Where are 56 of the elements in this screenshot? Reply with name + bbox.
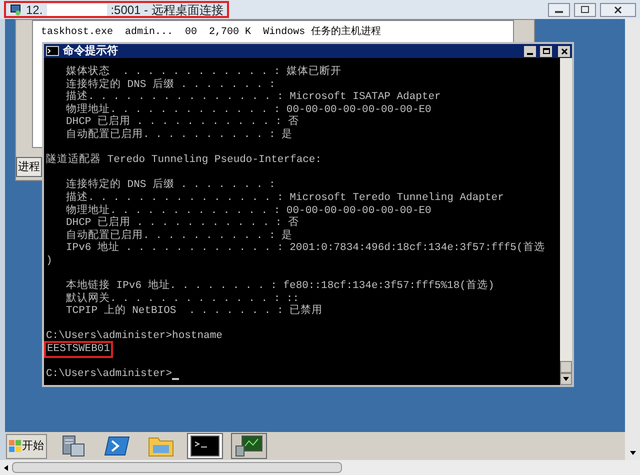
console-line: 描述. . . . . . . . . . . . . . . : Microsoft Teredo Tunneling Adapter	[66, 192, 504, 204]
scrollbar-thumb[interactable]	[12, 462, 342, 473]
redaction-block	[46, 4, 107, 16]
console-line: 连接特定的 DNS 后缀 . . . . . . . :	[66, 78, 276, 91]
console-line: TCPIP 上的 NetBIOS . . . . . . . : 已禁用	[66, 305, 323, 318]
console-line: EESTSWEB01	[46, 343, 112, 356]
powershell-icon	[104, 435, 130, 457]
console-line: DHCP 已启用 . . . . . . . . . . . : 否	[66, 116, 300, 128]
left-arrow-icon[interactable]	[4, 464, 8, 470]
server-icon	[60, 434, 86, 458]
monitor-icon	[234, 434, 264, 458]
minimize-button[interactable]	[524, 46, 536, 56]
scrollbar-thumb[interactable]	[560, 361, 572, 373]
console-line: C:\Users\administer>	[46, 368, 172, 381]
down-arrow-icon[interactable]	[630, 451, 636, 455]
console-icon	[190, 435, 220, 457]
start-button[interactable]: 开始	[6, 434, 47, 458]
close-icon	[560, 48, 568, 54]
close-icon	[614, 6, 622, 14]
scrollbar[interactable]	[560, 58, 572, 385]
table-cell-text: admin...	[125, 26, 174, 40]
horizontal-scrollbar[interactable]	[0, 460, 640, 475]
taskbar-button[interactable]	[187, 433, 223, 459]
remote-desktop-icon	[10, 4, 22, 16]
table-cell-text: taskhost.exe	[41, 26, 114, 40]
table-cell-text: 2,700 K	[209, 26, 252, 40]
console-line: 描述. . . . . . . . . . . . . . . : Microsoft ISATAP Adapter	[66, 91, 441, 104]
console-line: DHCP 已启用 . . . . . . . . . . . : 否	[66, 217, 300, 230]
close-button[interactable]	[600, 2, 636, 16]
window-title: :5001 - 远程桌面连接	[110, 2, 224, 18]
console-line: 自动配置已启用. . . . . . . . . . : 是	[66, 128, 293, 142]
console-line: 默认网关. . . . . . . . . . . . . : ::	[66, 292, 300, 305]
console-icon	[46, 46, 59, 56]
table-cell: Windows 任务的主机进程	[263, 25, 382, 40]
console-line: 物理地址. . . . . . . . . . . . . : 00-00-00-00-00-00-00-E0	[66, 204, 432, 217]
window-title: 命令提示符	[63, 44, 118, 59]
close-button[interactable]	[558, 46, 570, 56]
vertical-scrollbar[interactable]	[625, 19, 640, 460]
maximize-button[interactable]	[574, 2, 596, 16]
down-arrow-icon[interactable]	[563, 377, 569, 381]
console-line: C:\Users\administer>hostname	[46, 330, 222, 344]
tab-button[interactable]: 进程	[16, 157, 42, 177]
window-title: 12.	[26, 2, 43, 18]
maximize-button[interactable]	[540, 46, 552, 56]
console-line: )	[46, 254, 52, 268]
cursor-icon	[172, 378, 180, 380]
console-line: 本地链接 IPv6 地址. . . . . . . . : fe80::18cf:134e:3f57:fff5%18(首选)	[66, 280, 494, 292]
console-line: 自动配置已启用. . . . . . . . . . : 是	[66, 230, 293, 242]
minimize-button[interactable]	[548, 2, 570, 16]
console-line: 媒体状态 . . . . . . . . . . . . : 媒体已断开	[66, 66, 342, 78]
windows-logo-icon	[9, 440, 21, 452]
console-line: 隧道适配器 Teredo Tunneling Pseudo-Interface:	[46, 154, 322, 167]
console-line: 连接特定的 DNS 后缀 . . . . . . . :	[66, 179, 276, 192]
console-line: 物理地址. . . . . . . . . . . . . : 00-00-00-00-00-00-00-E0	[66, 104, 432, 116]
table-cell-text: 00	[185, 26, 198, 40]
console-line: IPv6 地址 . . . . . . . . . . . . : 2001:0:7834:496d:18cf:134e:3f57:fff5(首选	[66, 242, 545, 255]
